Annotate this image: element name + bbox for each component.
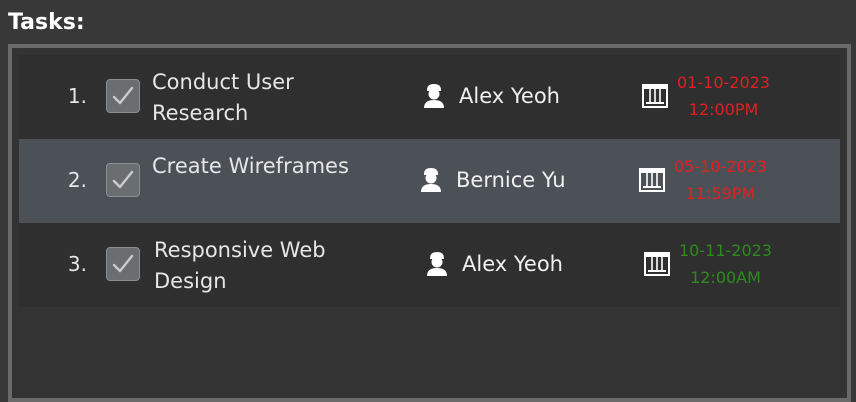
task-checkbox[interactable]	[106, 163, 140, 197]
due-time: 12:00AM	[690, 268, 761, 287]
due-time: 12:00PM	[688, 100, 759, 119]
checkmark-icon	[112, 170, 134, 189]
calendar-icon	[639, 168, 665, 192]
table-row[interactable]: 1. Conduct User Research Alex Yeoh 01-10…	[19, 55, 840, 139]
checkmark-icon	[112, 86, 134, 105]
assignee-name: Bernice Yu	[456, 168, 566, 192]
due-datetime: 01-10-2023 12:00PM	[677, 69, 770, 123]
due-datetime: 10-11-2023 12:00AM	[679, 237, 772, 291]
task-assignee: Alex Yeoh	[423, 80, 560, 112]
due-time: 11:59PM	[685, 184, 756, 203]
table-row[interactable]: 2. Create Wireframes Bernice Yu 05-10-20…	[19, 139, 840, 223]
due-date: 05-10-2023	[674, 157, 767, 176]
person-icon	[421, 168, 441, 192]
task-title: Create Wireframes	[152, 154, 349, 178]
task-title: Conduct User Research	[152, 70, 294, 125]
table-row[interactable]: 3. Responsive Web Design Alex Yeoh 10-11…	[19, 223, 840, 307]
person-icon	[427, 252, 447, 276]
due-datetime: 05-10-2023 11:59PM	[674, 153, 767, 207]
calendar-icon	[644, 252, 670, 276]
task-index: 1.	[67, 84, 87, 108]
assignee-name: Alex Yeoh	[459, 84, 560, 108]
checkmark-icon	[112, 254, 134, 273]
person-icon	[424, 84, 444, 108]
task-assignee: Bernice Yu	[420, 164, 566, 196]
task-index: 2.	[67, 168, 87, 192]
task-checkbox[interactable]	[106, 247, 140, 281]
assignee-name: Alex Yeoh	[462, 252, 563, 276]
due-date: 01-10-2023	[677, 73, 770, 92]
task-assignee: Alex Yeoh	[426, 248, 563, 280]
page-title: Tasks:	[8, 10, 85, 35]
task-list: 1. Conduct User Research Alex Yeoh 01-10…	[19, 55, 840, 307]
task-index: 3.	[67, 252, 87, 276]
task-title: Responsive Web Design	[154, 238, 326, 293]
due-date: 10-11-2023	[679, 241, 772, 260]
task-checkbox[interactable]	[106, 79, 140, 113]
calendar-icon	[642, 84, 668, 108]
task-list-panel: 1. Conduct User Research Alex Yeoh 01-10…	[8, 44, 851, 402]
